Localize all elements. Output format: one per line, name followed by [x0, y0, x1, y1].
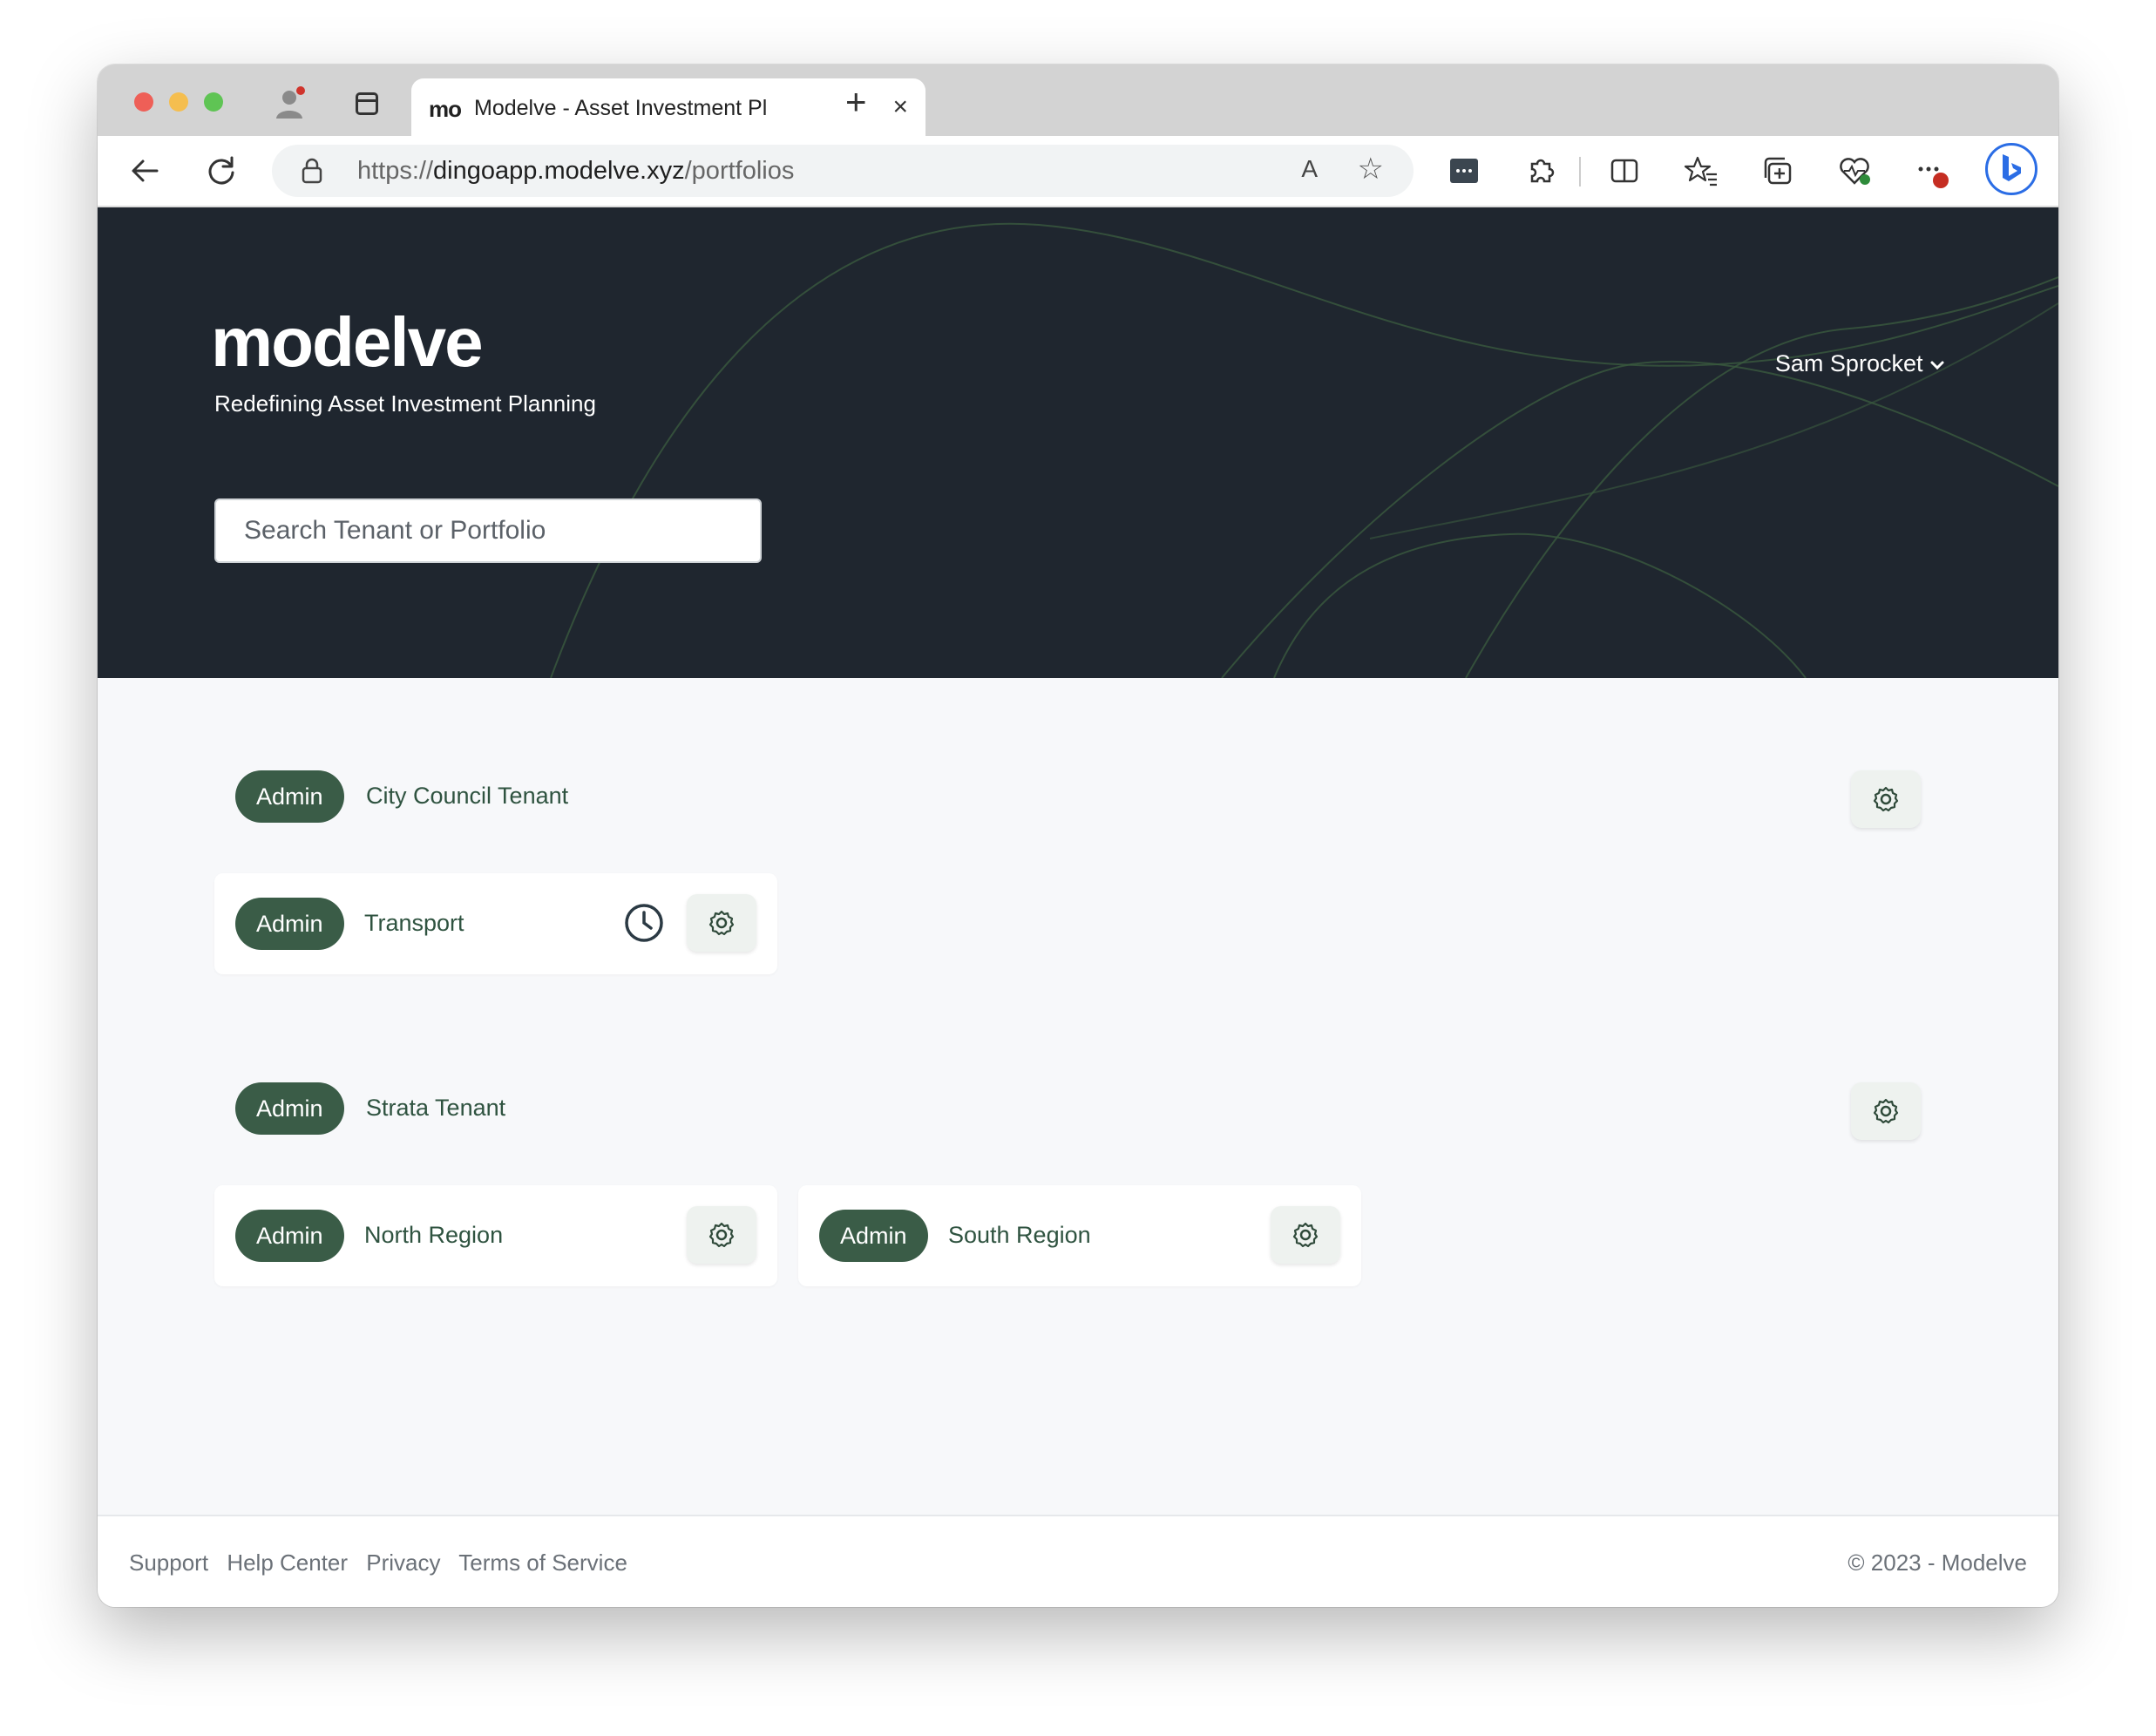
tab-title: Modelve - Asset Investment Pl	[474, 96, 768, 120]
tagline: Redefining Asset Investment Planning	[214, 390, 596, 417]
minimize-window-button[interactable]	[169, 92, 188, 112]
role-badge: Admin	[235, 770, 344, 823]
gear-icon	[1873, 1098, 1899, 1124]
role-badge: Admin	[819, 1210, 928, 1262]
address-bar[interactable]: https://dingoapp.modelve.xyz/portfolios …	[272, 145, 1414, 197]
role-badge: Admin	[235, 1082, 344, 1135]
footer-link-terms[interactable]: Terms of Service	[458, 1550, 627, 1576]
chevron-down-icon	[1929, 350, 1945, 376]
back-icon[interactable]	[127, 153, 162, 188]
portfolio-settings-button[interactable]	[687, 894, 756, 952]
toolbar-divider	[1579, 157, 1581, 186]
portfolio-card[interactable]: Admin South Region	[798, 1185, 1361, 1286]
portfolio-card[interactable]: Admin North Region	[214, 1185, 777, 1286]
browser-toolbar: https://dingoapp.modelve.xyz/portfolios …	[98, 136, 2058, 207]
close-window-button[interactable]	[134, 92, 153, 112]
portfolio-settings-button[interactable]	[1271, 1206, 1340, 1264]
url-path: /portfolios	[684, 157, 795, 185]
lock-icon[interactable]	[300, 157, 324, 189]
footer-links: Support Help Center Privacy Terms of Ser…	[129, 1550, 640, 1577]
favorite-star-icon[interactable]: ☆	[1358, 152, 1384, 186]
extensions-icon[interactable]	[1523, 153, 1558, 188]
gear-icon	[708, 1222, 735, 1248]
collections-icon[interactable]	[1760, 153, 1795, 188]
gear-icon	[708, 910, 735, 936]
url-text[interactable]: https://dingoapp.modelve.xyz/portfolios	[357, 157, 794, 186]
browser-essentials-icon[interactable]	[1837, 153, 1872, 188]
tenant-settings-button[interactable]	[1851, 770, 1921, 828]
profile-icon[interactable]	[272, 85, 307, 120]
clock-icon[interactable]	[624, 903, 664, 947]
tenant-row[interactable]: Admin Strata Tenant	[235, 1082, 505, 1135]
maximize-window-button[interactable]	[204, 92, 223, 112]
modelve-logo[interactable]: modelve	[211, 308, 484, 377]
portfolio-name[interactable]: South Region	[948, 1222, 1091, 1249]
footer-link-help-center[interactable]: Help Center	[227, 1550, 348, 1576]
bing-icon[interactable]	[1985, 143, 2037, 195]
gear-icon	[1292, 1222, 1319, 1248]
url-domain: dingoapp.modelve.xyz	[433, 157, 685, 185]
tab-actions-icon[interactable]	[356, 92, 378, 115]
update-badge	[1933, 173, 1949, 188]
role-badge: Admin	[235, 1210, 344, 1262]
page-header: modelve Redefining Asset Investment Plan…	[98, 207, 2058, 678]
tenant-row[interactable]: Admin City Council Tenant	[235, 770, 568, 823]
new-tab-button[interactable]: +	[845, 84, 867, 120]
favorites-icon[interactable]	[1684, 153, 1719, 188]
password-icon[interactable]	[1447, 153, 1481, 188]
decorative-curves	[550, 222, 2058, 678]
read-aloud-icon[interactable]: A	[1301, 155, 1318, 183]
reload-icon[interactable]	[204, 153, 239, 188]
tenant-name[interactable]: Strata Tenant	[366, 1095, 505, 1122]
tab-strip: mo Modelve - Asset Investment Pl × +	[98, 64, 2058, 136]
split-screen-icon[interactable]	[1607, 153, 1642, 188]
tenant-name[interactable]: City Council Tenant	[366, 783, 568, 810]
gear-icon	[1873, 786, 1899, 812]
portfolio-card[interactable]: Admin Transport	[214, 873, 777, 974]
role-badge: Admin	[235, 898, 344, 950]
portfolio-name[interactable]: Transport	[364, 910, 464, 937]
portfolio-settings-button[interactable]	[687, 1206, 756, 1264]
tab-favicon: mo	[429, 96, 462, 122]
browser-window: mo Modelve - Asset Investment Pl × + htt…	[98, 64, 2058, 1607]
user-name: Sam Sprocket	[1774, 350, 1923, 376]
portfolio-name[interactable]: North Region	[364, 1222, 503, 1249]
copyright: © 2023 - Modelve	[1848, 1550, 2027, 1576]
page-footer: Support Help Center Privacy Terms of Ser…	[98, 1515, 2058, 1607]
footer-link-support[interactable]: Support	[129, 1550, 208, 1576]
footer-link-privacy[interactable]: Privacy	[366, 1550, 440, 1576]
url-scheme: https://	[357, 157, 434, 185]
user-menu[interactable]: Sam Sprocket	[1775, 350, 1945, 377]
search-input[interactable]	[214, 498, 762, 563]
tab-close-icon[interactable]: ×	[892, 92, 908, 122]
more-icon[interactable]	[1914, 153, 1949, 188]
tenant-settings-button[interactable]	[1851, 1082, 1921, 1140]
